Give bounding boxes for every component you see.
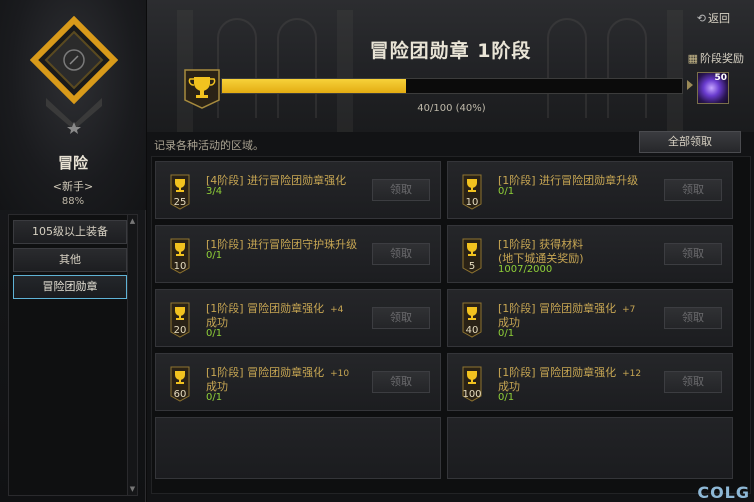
claim-button[interactable]: 领取	[664, 179, 722, 201]
quest-card: 10 [1阶段] 进行冒险团勋章升级 0/1 领取	[447, 161, 733, 219]
quest-progress: 0/1	[206, 328, 223, 339]
quest-badge: 100	[462, 366, 482, 402]
quest-card-empty	[447, 417, 733, 479]
return-icon: ⟲	[696, 12, 706, 25]
claim-button[interactable]: 领取	[372, 307, 430, 329]
scroll-down-icon[interactable]: ▼	[128, 484, 137, 494]
quest-name: 冒险团勋章强化	[539, 366, 617, 379]
claim-button[interactable]: 领取	[372, 179, 430, 201]
category-item-equipment[interactable]: 105级以上装备	[13, 220, 127, 244]
quest-progress: 0/1	[498, 186, 515, 197]
quest-plus: +10	[330, 369, 350, 379]
quest-card: 5 [1阶段] 获得材料 (地下城通关奖励) 1007/2000 领取	[447, 225, 733, 283]
quest-points: 25	[173, 197, 187, 208]
category-item-medal[interactable]: 冒险团勋章	[13, 275, 127, 299]
quest-plus: +4	[330, 305, 344, 315]
claim-button[interactable]: 领取	[372, 371, 430, 393]
quest-progress: 0/1	[206, 392, 223, 403]
progress-text: 40/100 (40%)	[417, 103, 486, 114]
quest-card: 60 [1阶段] 冒险团勋章强化 +10 成功 0/1 领取	[155, 353, 441, 411]
main-panel: ⟲ 返回 冒险团勋章 1阶段 ▦ 阶段奖励 40/100 (40%) 50 记录各种…	[147, 0, 754, 502]
quest-progress: 0/1	[498, 328, 515, 339]
reward-count: 50	[714, 73, 727, 83]
quest-progress: 3/4	[206, 186, 223, 197]
quest-badge: 10	[170, 238, 190, 274]
quest-name: 冒险团勋章强化	[247, 366, 325, 379]
quest-card: 40 [1阶段] 冒险团勋章强化 +7 成功 0/1 领取	[447, 289, 733, 347]
rank-emblem-icon	[30, 16, 118, 134]
quest-name: 进行冒险团勋章强化	[247, 174, 347, 187]
quest-progress: 0/1	[206, 250, 223, 261]
claim-button[interactable]: 领取	[664, 371, 722, 393]
rank-subtitle: <新手>	[52, 180, 94, 193]
quest-points: 10	[173, 261, 187, 272]
quest-badge: 5	[462, 238, 482, 274]
quest-badge: 40	[462, 302, 482, 338]
quest-points: 60	[173, 389, 187, 400]
quest-name: 进行冒险团守护珠升级	[247, 238, 358, 251]
quest-points: 100	[462, 389, 482, 400]
quest-title: [4阶段] 进行冒险团勋章强化	[206, 172, 346, 188]
left-panel: 冒险 <新手> 88% 105级以上装备 其他 冒险团勋章 ▲ ▼	[0, 0, 146, 502]
quest-progress: 1007/2000	[498, 264, 553, 275]
quest-badge: 60	[170, 366, 190, 402]
description-text: 记录各种活动的区域。	[154, 139, 264, 152]
return-button[interactable]: ⟲ 返回	[697, 10, 730, 26]
quest-card: 10 [1阶段] 进行冒险团守护珠升级 0/1 领取	[155, 225, 441, 283]
stage-progress-bar	[221, 78, 683, 94]
stage-reward-label: 阶段奖励	[700, 52, 744, 65]
quest-card: 100 [1阶段] 冒险团勋章强化 +12 成功 0/1 领取	[447, 353, 733, 411]
quest-title: [1阶段] 进行冒险团守护珠升级	[206, 236, 357, 252]
quest-name: 冒险团勋章强化	[247, 302, 325, 315]
quest-name: 冒险团勋章强化	[539, 302, 617, 315]
quest-plus: +12	[622, 369, 642, 379]
stage-progress-fill	[222, 79, 406, 93]
category-item-other[interactable]: 其他	[13, 248, 127, 272]
return-label: 返回	[708, 12, 730, 25]
quest-plus: +7	[622, 305, 636, 315]
banner: ⟲ 返回 冒险团勋章 1阶段 ▦ 阶段奖励 40/100 (40%) 50	[147, 0, 754, 132]
progress-end-arrow-icon	[687, 80, 693, 90]
quest-badge: 25	[170, 174, 190, 210]
quest-progress: 0/1	[498, 392, 515, 403]
rank-percent: 88%	[61, 196, 85, 207]
quest-card: 20 [1阶段] 冒险团勋章强化 +4 成功 0/1 领取	[155, 289, 441, 347]
quest-points: 5	[468, 261, 476, 272]
quest-card: 25 [4阶段] 进行冒险团勋章强化 3/4 领取	[155, 161, 441, 219]
quest-list: 25 [4阶段] 进行冒险团勋章强化 3/4 领取 10 [1阶段] 进行冒险团…	[151, 156, 751, 494]
quest-points: 20	[173, 325, 187, 336]
claim-button[interactable]: 领取	[664, 307, 722, 329]
quest-points: 10	[465, 197, 479, 208]
quest-title: [1阶段] 进行冒险团勋章升级	[498, 172, 638, 188]
gift-icon: ▦	[687, 52, 698, 65]
claim-button[interactable]: 领取	[664, 243, 722, 265]
rank-title: 冒险	[57, 154, 88, 172]
rank-emblem-area: 冒险 <新手> 88%	[0, 0, 146, 210]
claim-button[interactable]: 领取	[372, 243, 430, 265]
page-title: 冒险团勋章 1阶段	[369, 40, 532, 62]
scroll-up-icon[interactable]: ▲	[128, 216, 137, 226]
quest-points: 40	[465, 325, 479, 336]
watermark-logo: COLG	[697, 483, 750, 502]
quest-badge: 20	[170, 302, 190, 338]
category-list: 105级以上装备 其他 冒险团勋章 ▲ ▼	[8, 214, 138, 496]
category-scrollbar[interactable]: ▲ ▼	[127, 215, 137, 495]
quest-card-empty	[155, 417, 441, 479]
stage-reward-button[interactable]: ▦ 阶段奖励	[688, 50, 744, 66]
claim-all-button[interactable]: 全部领取	[639, 131, 741, 153]
quest-badge: 10	[462, 174, 482, 210]
stage-reward-item[interactable]: 50	[697, 72, 729, 104]
quest-name: 进行冒险团勋章升级	[539, 174, 639, 187]
